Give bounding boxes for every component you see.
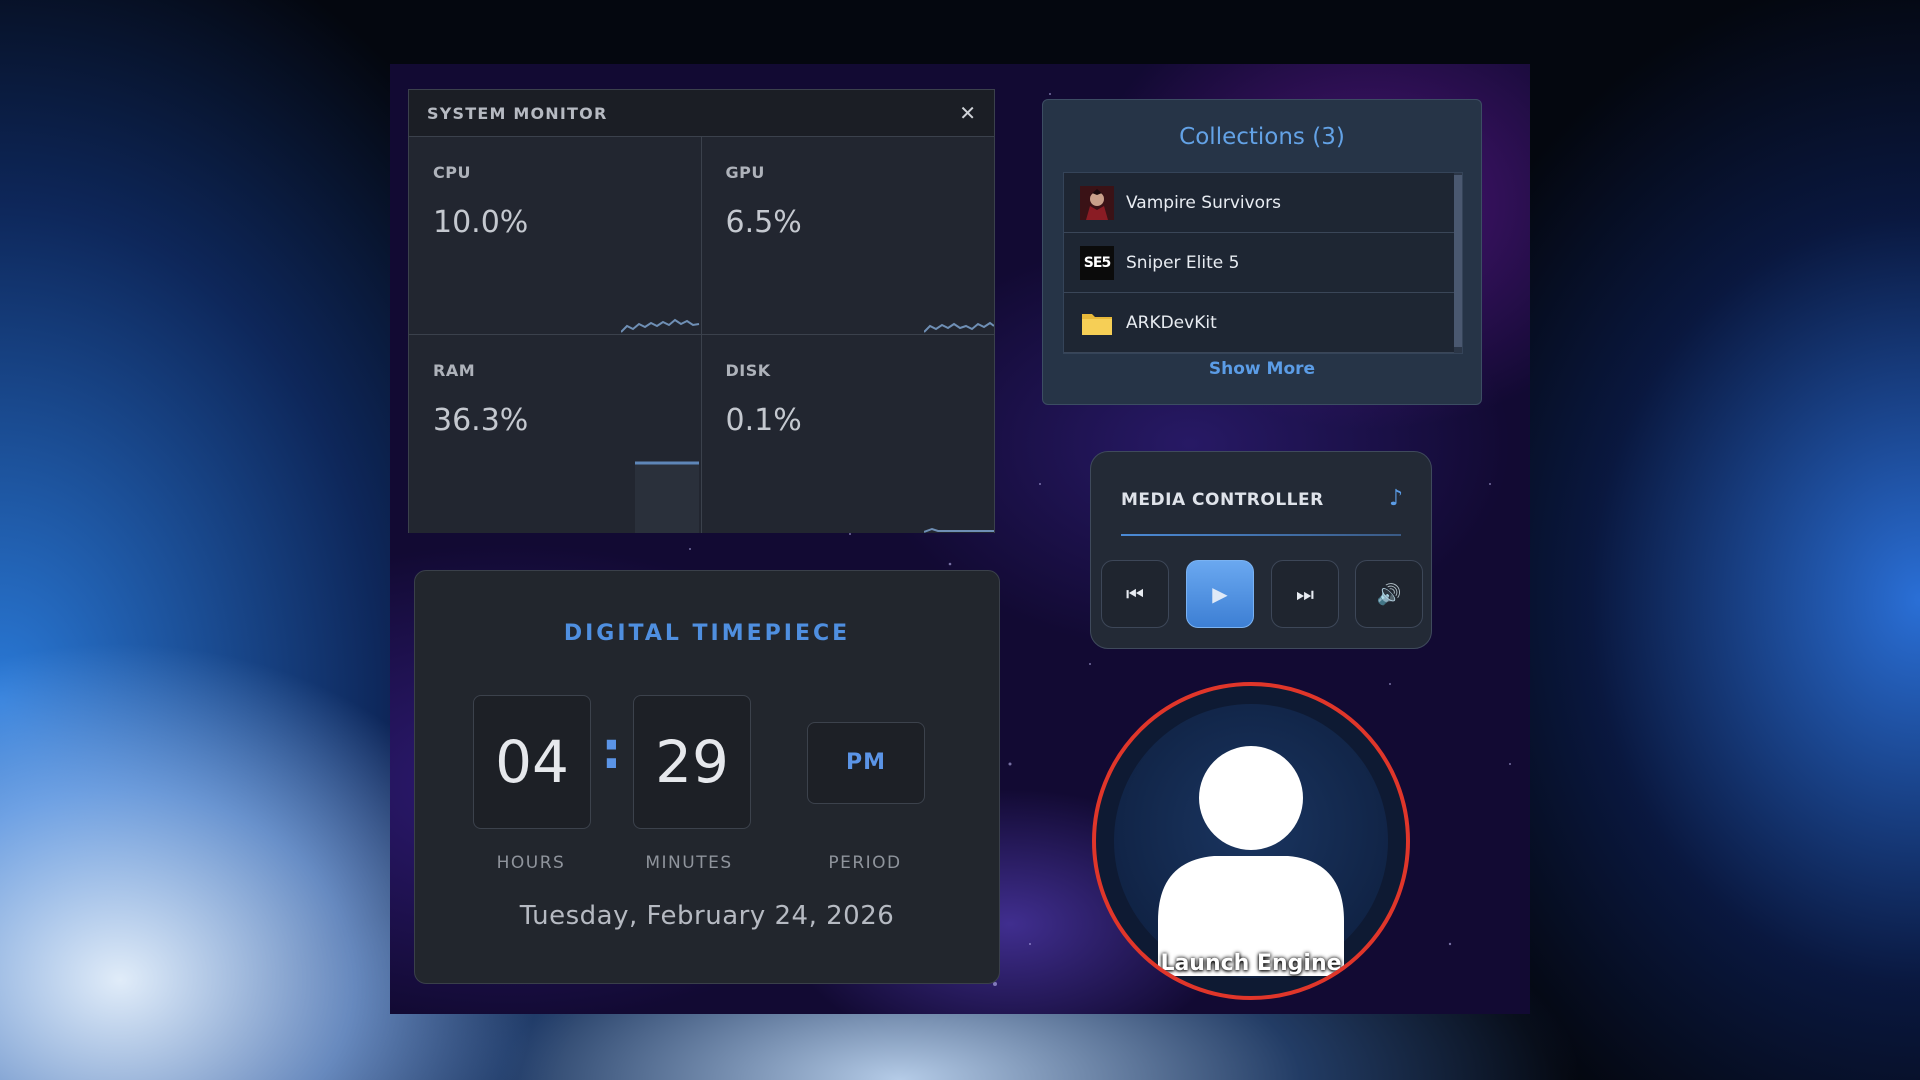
folder-icon (1080, 306, 1114, 340)
minutes-display: 29 (633, 695, 751, 829)
list-item[interactable]: SE5 Sniper Elite 5 (1064, 233, 1462, 293)
hours-label: HOURS (496, 853, 566, 873)
period-label: PERIOD (828, 853, 902, 873)
previous-track-button[interactable]: ⏮ (1101, 560, 1169, 628)
system-monitor-title: SYSTEM MONITOR (427, 103, 608, 123)
user-avatar-icon (1158, 746, 1344, 976)
ram-metric-panel: RAM 36.3% (409, 335, 702, 533)
list-item-label: Vampire Survivors (1126, 192, 1281, 213)
desktop-window: SYSTEM MONITOR ✕ CPU 10.0% GPU 6.5% RAM … (390, 64, 1530, 1014)
close-icon[interactable]: ✕ (959, 101, 976, 125)
play-icon: ▶ (1212, 582, 1228, 606)
media-controller-widget: MEDIA CONTROLLER ♪ ⏮ ▶ ⏭ 🔊 (1090, 451, 1432, 649)
collections-widget: Collections (3) Vampire Survivors SE5 Sn… (1042, 99, 1482, 405)
metric-value: 0.1% (725, 403, 802, 438)
music-note-icon: ♪ (1388, 486, 1403, 511)
disk-metric-panel: DISK 0.1% (701, 335, 994, 533)
list-item[interactable]: Vampire Survivors (1064, 173, 1462, 233)
metric-value: 36.3% (433, 403, 529, 438)
launch-engine-label: Launch Engine (1160, 951, 1342, 976)
disk-sparkline (924, 527, 994, 533)
cpu-metric-panel: CPU 10.0% (409, 137, 702, 335)
skip-forward-icon: ⏭ (1296, 582, 1314, 606)
list-item-label: Sniper Elite 5 (1126, 252, 1240, 273)
metric-label: RAM (433, 361, 476, 380)
hours-display: 04 (473, 695, 591, 829)
collections-scrollbar[interactable] (1454, 173, 1462, 353)
cpu-sparkline (620, 318, 699, 333)
vampire-survivors-icon (1080, 185, 1114, 220)
volume-button[interactable]: 🔊 (1355, 560, 1423, 628)
list-item-label: ARKDevKit (1126, 312, 1217, 333)
show-more-link[interactable]: Show More (1043, 359, 1481, 379)
metric-value: 6.5% (725, 205, 802, 240)
icon-text: SE5 (1083, 254, 1111, 271)
time-separator: : (601, 721, 622, 781)
digital-timepiece-widget: DIGITAL TIMEPIECE 04 : 29 PM HOURS MINUT… (414, 570, 1000, 984)
metric-label: DISK (725, 361, 771, 380)
system-monitor-header: SYSTEM MONITOR ✕ (409, 90, 994, 137)
collections-list: Vampire Survivors SE5 Sniper Elite 5 ARK… (1063, 172, 1463, 354)
metric-value: 10.0% (433, 205, 529, 240)
timepiece-title: DIGITAL TIMEPIECE (563, 621, 851, 646)
speaker-icon: 🔊 (1376, 582, 1402, 606)
metric-label: CPU (433, 163, 471, 182)
play-button[interactable]: ▶ (1186, 560, 1254, 628)
next-track-button[interactable]: ⏭ (1271, 560, 1339, 628)
gpu-metric-panel: GPU 6.5% (701, 137, 994, 335)
launch-engine-button[interactable]: Launch Engine (1092, 682, 1410, 1000)
media-controller-title: MEDIA CONTROLLER (1121, 490, 1324, 510)
skip-back-icon: ⏮ (1126, 582, 1144, 606)
list-item[interactable]: ARKDevKit (1064, 293, 1462, 353)
gpu-sparkline (924, 321, 994, 333)
metric-label: GPU (725, 163, 765, 182)
system-monitor-widget: SYSTEM MONITOR ✕ CPU 10.0% GPU 6.5% RAM … (408, 89, 995, 533)
media-divider (1121, 534, 1401, 536)
sniper-elite-5-icon: SE5 (1080, 245, 1114, 280)
ram-sparkline (634, 461, 699, 533)
minutes-label: MINUTES (645, 853, 733, 873)
date-text: Tuesday, February 24, 2026 (519, 901, 895, 931)
collections-title: Collections (3) (1179, 124, 1345, 150)
period-display: PM (807, 722, 925, 804)
